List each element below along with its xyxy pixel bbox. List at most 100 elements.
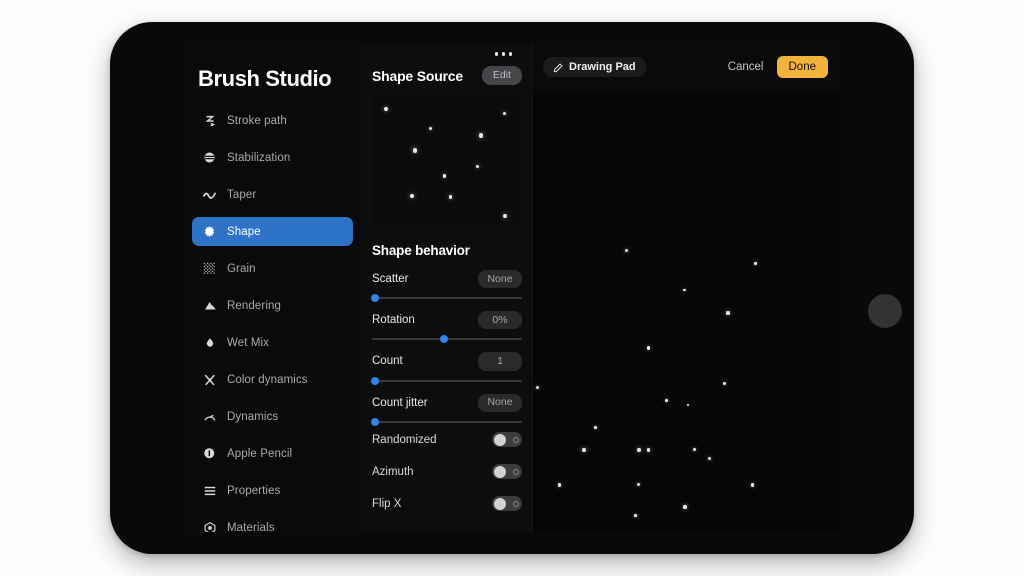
- grain-icon: [201, 260, 218, 277]
- edit-button[interactable]: Edit: [482, 66, 522, 85]
- toggle-switch[interactable]: [492, 432, 522, 447]
- slider-label: Count: [372, 355, 403, 367]
- slider-thumb[interactable]: [371, 294, 379, 302]
- shape-source-title: Shape Source: [372, 68, 463, 84]
- more-options-icon[interactable]: [495, 52, 513, 56]
- toggle-switch[interactable]: [492, 464, 522, 479]
- device-side-button[interactable]: [868, 294, 902, 328]
- drawing-pad-panel: Drawing Pad Cancel Done: [532, 44, 840, 532]
- sidebar-item-taper[interactable]: Taper: [192, 180, 353, 209]
- sidebar-item-dynamics[interactable]: Dynamics: [192, 402, 353, 431]
- slider-track[interactable]: [372, 338, 522, 340]
- stroke-dot: [751, 483, 754, 486]
- stroke-dot: [708, 457, 711, 460]
- sidebar-item-stabilization[interactable]: Stabilization: [192, 143, 353, 172]
- sidebar-item-label: Rendering: [227, 300, 281, 312]
- dynamics-icon: [201, 408, 218, 425]
- sidebar-item-rendering[interactable]: Rendering: [192, 291, 353, 320]
- properties-icon: [201, 482, 218, 499]
- wet-mix-icon: [201, 334, 218, 351]
- slider-header: Count jitter None: [372, 394, 522, 412]
- sidebar-item-label: Grain: [227, 263, 256, 275]
- slider-rotation: Rotation0%: [372, 311, 522, 340]
- stroke-dot: [410, 194, 414, 198]
- stroke-dot: [647, 346, 651, 350]
- stroke-dot: [726, 311, 730, 315]
- sidebar-item-label: Color dynamics: [227, 374, 308, 386]
- stroke-dot: [683, 289, 686, 292]
- stroke-dot: [503, 214, 507, 218]
- slider-track[interactable]: [372, 297, 522, 299]
- drawing-pad-label: Drawing Pad: [569, 61, 636, 73]
- slider-track[interactable]: [372, 421, 522, 423]
- sidebar-item-properties[interactable]: Properties: [192, 476, 353, 505]
- stroke-dot: [582, 448, 586, 452]
- toggle-switch[interactable]: [492, 496, 522, 511]
- sidebar-item-label: Properties: [227, 485, 280, 497]
- stroke-dot: [647, 448, 651, 452]
- slider-value[interactable]: None: [478, 270, 522, 288]
- stroke-dot: [476, 165, 479, 168]
- drawing-pad-toolbar: Drawing Pad Cancel Done: [533, 44, 840, 90]
- stroke-dot: [449, 195, 452, 198]
- shape-behavior-toggles: RandomizedAzimuthFlip X: [372, 425, 522, 519]
- sidebar: Brush Studio Stroke path Stabilization Tap…: [184, 44, 361, 532]
- slider-count-jitter: Count jitter None: [372, 394, 522, 423]
- toggle-knob: [494, 466, 506, 478]
- sidebar-item-label: Stabilization: [227, 152, 290, 164]
- apple-pencil-icon: [201, 445, 218, 462]
- sidebar-item-stroke-path[interactable]: Stroke path: [192, 106, 353, 135]
- slider-label: Count jitter: [372, 397, 428, 409]
- toggle-label: Randomized: [372, 434, 437, 446]
- sidebar-item-label: Shape: [227, 226, 261, 238]
- slider-header: Scatter None: [372, 270, 522, 288]
- sidebar-item-wet-mix[interactable]: Wet Mix: [192, 328, 353, 357]
- toggle-knob: [494, 498, 506, 510]
- stroke-dot: [594, 426, 597, 429]
- slider-thumb[interactable]: [440, 335, 448, 343]
- slider-label: Scatter: [372, 273, 408, 285]
- stroke-dot: [503, 112, 506, 115]
- shape-source-preview[interactable]: [372, 95, 522, 227]
- rendering-icon: [201, 297, 218, 314]
- color-dynamics-icon: [201, 371, 218, 388]
- sidebar-item-grain[interactable]: Grain: [192, 254, 353, 283]
- sidebar-item-label: Dynamics: [227, 411, 278, 423]
- stabilization-icon: [201, 149, 218, 166]
- slider-header: Count 1: [372, 352, 522, 370]
- sidebar-item-label: Apple Pencil: [227, 448, 292, 460]
- slider-track[interactable]: [372, 380, 522, 382]
- slider-thumb[interactable]: [371, 377, 379, 385]
- sidebar-item-apple-pencil[interactable]: Apple Pencil: [192, 439, 353, 468]
- stroke-dot: [558, 483, 561, 486]
- stroke-dot: [754, 262, 757, 265]
- shape-behavior-sliders: Scatter None Rotation0% Count 1 Count jitter N…: [372, 270, 522, 423]
- toggle-label: Flip X: [372, 498, 401, 510]
- sidebar-item-label: Stroke path: [227, 115, 287, 127]
- sidebar-item-label: Materials: [227, 522, 275, 533]
- sidebar-item-color-dynamics[interactable]: Color dynamics: [192, 365, 353, 394]
- stroke-dot: [693, 448, 696, 451]
- slider-value[interactable]: None: [478, 394, 522, 412]
- stroke-dot: [683, 505, 686, 508]
- stroke-path-icon: [201, 112, 218, 129]
- materials-icon: [201, 519, 218, 532]
- stroke-dot: [479, 133, 483, 137]
- drawing-pad-badge[interactable]: Drawing Pad: [543, 57, 646, 77]
- done-button[interactable]: Done: [777, 56, 829, 77]
- toggle-knob: [494, 434, 506, 446]
- cancel-button[interactable]: Cancel: [728, 61, 764, 73]
- pencil-edit-icon: [553, 62, 564, 73]
- slider-value[interactable]: 0%: [478, 311, 522, 329]
- slider-count: Count 1: [372, 352, 522, 381]
- sidebar-item-materials[interactable]: Materials: [192, 513, 353, 532]
- sidebar-nav-list: Stroke path Stabilization Taper Shape Grain R…: [184, 106, 361, 532]
- sidebar-item-label: Taper: [227, 189, 256, 201]
- slider-value[interactable]: 1: [478, 352, 522, 370]
- shape-behavior-title: Shape behavior: [372, 243, 522, 258]
- sidebar-item-shape[interactable]: Shape: [192, 217, 353, 246]
- page-title: Brush Studio: [198, 66, 361, 92]
- drawing-canvas[interactable]: [533, 90, 840, 532]
- toggle-ring-icon: [513, 501, 519, 507]
- slider-thumb[interactable]: [371, 418, 379, 426]
